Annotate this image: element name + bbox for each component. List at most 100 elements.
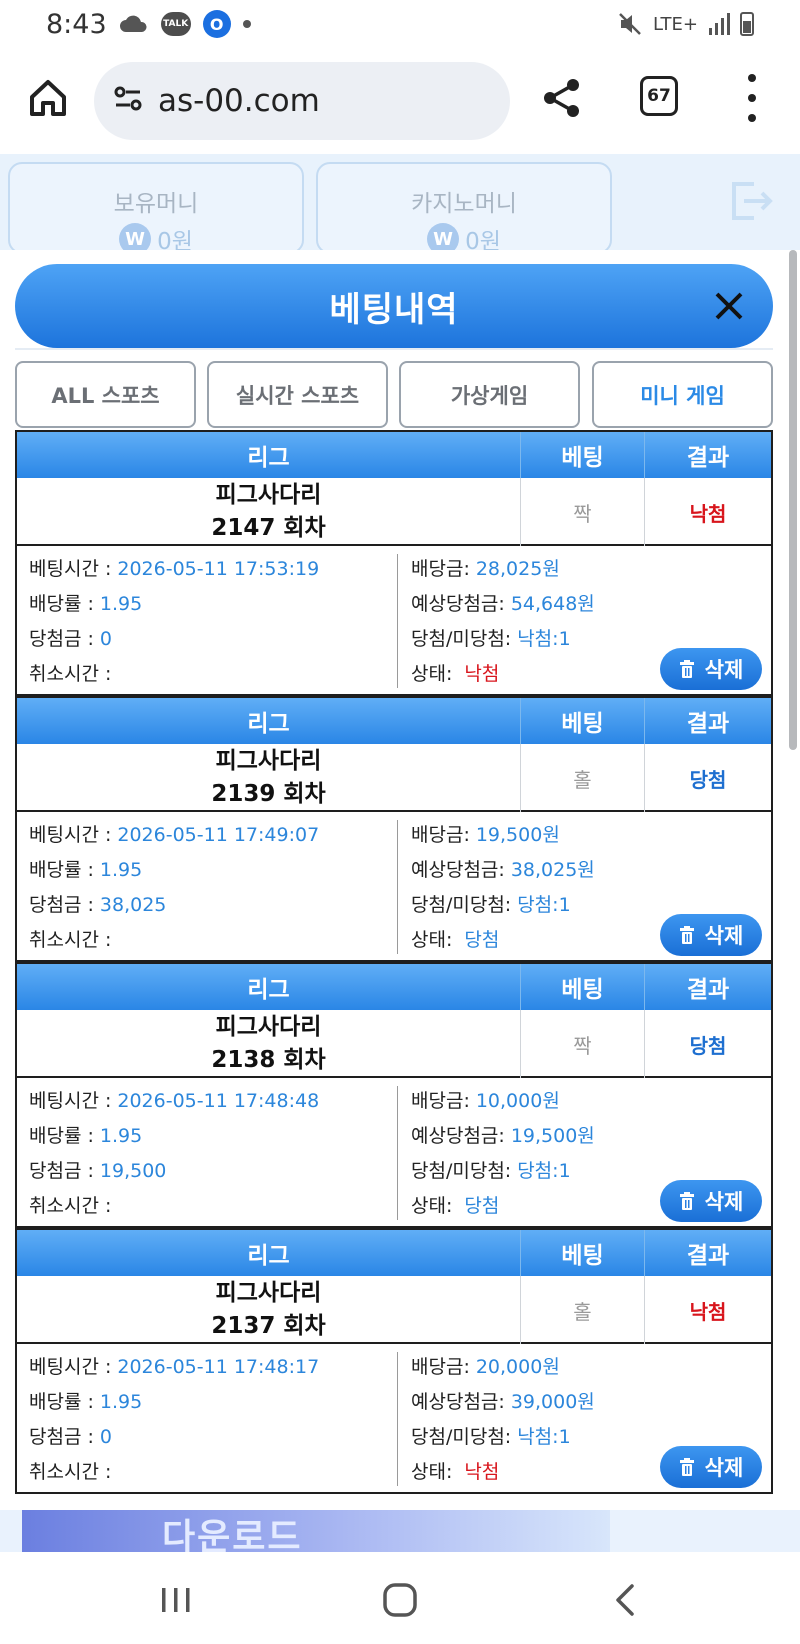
status-time: 8:43 <box>46 8 107 40</box>
battery-icon <box>740 12 754 36</box>
delete-button[interactable]: 삭제 <box>660 914 762 956</box>
close-icon[interactable] <box>713 290 745 322</box>
round-number: 2139 회차 <box>211 781 326 807</box>
status-value: 낙첨 <box>464 1461 500 1483</box>
stake-value: 19,500원 <box>475 824 560 846</box>
delete-button[interactable]: 삭제 <box>660 1446 762 1488</box>
casino-money-card: 카지노머니 W 0원 <box>316 162 612 255</box>
browser-toolbar: as-00.com 67 <box>0 56 800 148</box>
status-label: 상태: <box>411 663 453 685</box>
cancel-time-row: 취소시간 : <box>29 925 117 952</box>
cancel-time-row: 취소시간 : <box>29 1191 117 1218</box>
more-menu-icon[interactable] <box>742 74 762 122</box>
win-amount-label: 당첨금 : <box>29 628 94 650</box>
trash-icon <box>679 1458 694 1476</box>
bet-pick: 짝 <box>520 1010 644 1078</box>
tab-live-sports[interactable]: 실시간 스포츠 <box>207 361 388 428</box>
back-icon[interactable] <box>606 1580 646 1620</box>
status-row: 상태: 낙첨 <box>411 1457 499 1484</box>
win-amount-label: 당첨금 : <box>29 894 94 916</box>
bet-time-value: 2026-05-11 17:48:17 <box>117 1356 320 1378</box>
bet-time-value: 2026-05-11 17:49:07 <box>117 824 320 846</box>
bet-result: 낙첨 <box>644 478 771 546</box>
win-amount-label: 당첨금 : <box>29 1426 94 1448</box>
expected-win-label: 예상당첨금: <box>411 593 505 615</box>
win-amount-row: 당첨금 :38,025 <box>29 890 166 917</box>
cancel-time-label: 취소시간 : <box>29 929 112 951</box>
delete-label: 삭제 <box>704 1456 744 1480</box>
stake-row: 배당금: 28,025원 <box>411 554 560 581</box>
game-name: 피그사다리 <box>215 748 322 774</box>
expected-win-value: 39,000원 <box>510 1391 595 1413</box>
cancel-time-label: 취소시간 : <box>29 663 112 685</box>
recent-apps-icon[interactable] <box>156 1580 196 1620</box>
odds-label: 배당률 : <box>29 859 94 881</box>
mute-icon <box>617 11 643 37</box>
home-nav-icon[interactable] <box>380 1580 420 1620</box>
kakaotalk-icon: TALK <box>160 12 191 36</box>
odds-label: 배당률 : <box>29 1391 94 1413</box>
match-row: 피그사다리 2137 회차 홀 낙첨 <box>17 1276 771 1344</box>
banner-text: 다운로드 <box>162 1517 303 1552</box>
download-banner[interactable]: 다운로드 <box>0 1510 800 1552</box>
status-row: 상태: 당첨 <box>411 1191 499 1218</box>
header-result: 결과 <box>644 1230 771 1276</box>
bet-time-row: 베팅시간 :2026-05-11 17:49:07 <box>29 820 319 847</box>
share-icon[interactable] <box>540 76 584 120</box>
delete-label: 삭제 <box>704 658 744 682</box>
tab-virtual-games[interactable]: 가상게임 <box>399 361 580 428</box>
tab-switcher-button[interactable]: 67 <box>640 76 678 116</box>
stake-label: 배당금: <box>411 1090 470 1112</box>
trash-icon <box>679 660 694 678</box>
expected-win-value: 38,025원 <box>510 859 595 881</box>
win-lose-value: 당첨:1 <box>517 1160 571 1182</box>
trash-icon <box>679 1192 694 1210</box>
bet-pick: 짝 <box>520 478 644 546</box>
opera-icon: O <box>202 10 231 38</box>
status-value: 낙첨 <box>464 663 500 685</box>
address-bar[interactable]: as-00.com <box>94 62 510 140</box>
trash-icon <box>679 926 694 944</box>
status-label: 상태: <box>411 1195 453 1217</box>
status-value: 당첨 <box>464 929 500 951</box>
modal-scrollbar[interactable] <box>789 250 797 750</box>
betting-history-modal: 베팅내역 ALL 스포츠 실시간 스포츠 가상게임 미니 게임 리그 베팅 결과… <box>0 250 786 1510</box>
header-divider <box>15 348 773 350</box>
detail-divider <box>397 554 398 688</box>
delete-button[interactable]: 삭제 <box>660 648 762 690</box>
stake-value: 20,000원 <box>475 1356 560 1378</box>
odds-value: 1.95 <box>99 593 143 615</box>
expected-win-value: 54,648원 <box>510 593 595 615</box>
tab-all-sports[interactable]: ALL 스포츠 <box>15 361 196 428</box>
win-amount-value: 0 <box>99 628 112 650</box>
win-lose-label: 당첨/미당첨: <box>411 1426 512 1448</box>
bet-card-header: 리그 베팅 결과 <box>17 964 771 1010</box>
game-name: 피그사다리 <box>215 1014 322 1040</box>
match-name: 피그사다리 2139 회차 <box>17 744 520 812</box>
win-lose-row: 당첨/미당첨: 당첨:1 <box>411 890 571 917</box>
bet-time-row: 베팅시간 :2026-05-11 17:48:17 <box>29 1352 319 1379</box>
bet-time-label: 베팅시간 : <box>29 1090 112 1112</box>
header-result: 결과 <box>644 698 771 744</box>
win-lose-label: 당첨/미당첨: <box>411 628 512 650</box>
odds-row: 배당률 :1.95 <box>29 1387 142 1414</box>
site-settings-icon[interactable] <box>112 83 144 119</box>
wallet-area: 보유머니 W 0원 카지노머니 W 0원 <box>0 154 800 255</box>
page: 8:43 TALK O LTE+ as-00.com 67 보유머니 W 0원 … <box>0 0 800 1644</box>
odds-row: 배당률 :1.95 <box>29 589 142 616</box>
stake-value: 10,000원 <box>475 1090 560 1112</box>
bet-time-row: 베팅시간 :2026-05-11 17:48:48 <box>29 1086 319 1113</box>
home-icon[interactable] <box>26 76 70 120</box>
bet-details: 베팅시간 :2026-05-11 17:48:48 배당률 :1.95 당첨금 … <box>17 1080 771 1226</box>
tab-mini-games[interactable]: 미니 게임 <box>592 361 773 428</box>
detail-divider <box>397 820 398 954</box>
bet-card: 리그 베팅 결과 피그사다리 2139 회차 홀 당첨 베팅시간 :2026-0… <box>15 696 773 962</box>
logout-icon[interactable] <box>726 176 776 226</box>
win-lose-row: 당첨/미당첨: 낙첨:1 <box>411 1422 571 1449</box>
casino-money-label: 카지노머니 <box>411 191 517 217</box>
expected-win-row: 예상당첨금: 39,000원 <box>411 1387 595 1414</box>
bet-card-header: 리그 베팅 결과 <box>17 698 771 744</box>
delete-button[interactable]: 삭제 <box>660 1180 762 1222</box>
notification-dot-icon <box>242 20 251 28</box>
detail-divider <box>397 1086 398 1220</box>
